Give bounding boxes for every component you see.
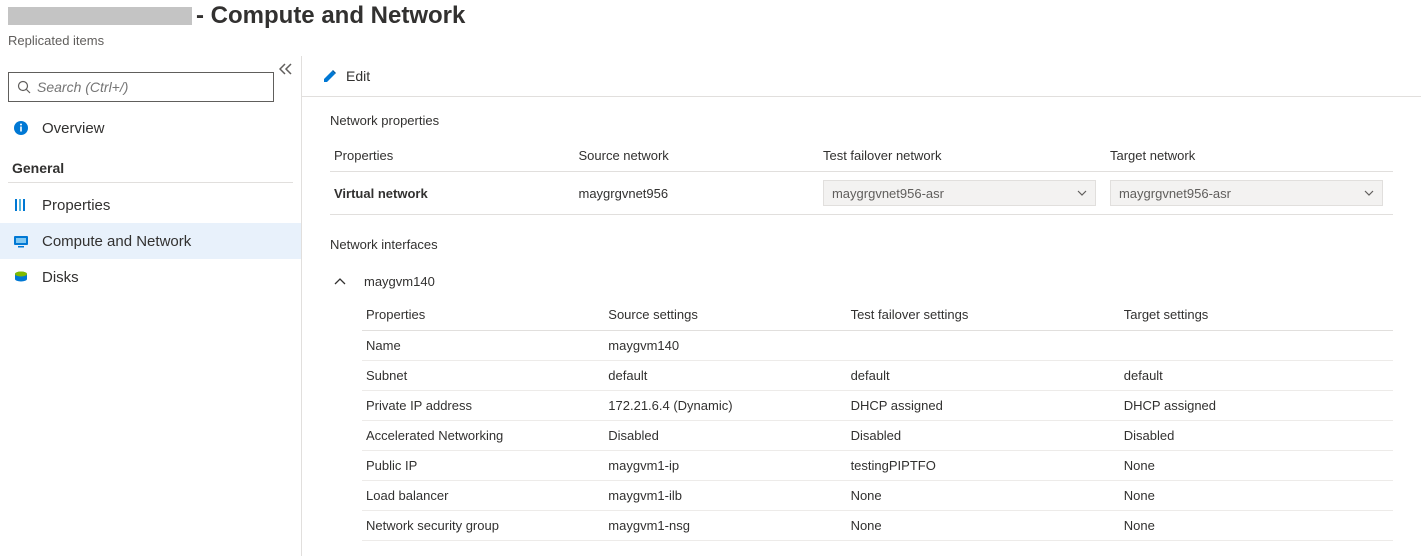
nic-cell-source: 172.21.6.4 (Dynamic) [604, 391, 846, 421]
nic-row: Subnetdefaultdefaultdefault [362, 361, 1393, 391]
network-properties-table: Properties Source network Test failover … [330, 140, 1393, 215]
nic-name: maygvm140 [364, 274, 435, 289]
nic-row: Public IPmaygvm1-iptestingPIPTFONone [362, 451, 1393, 481]
chevron-up-icon [334, 274, 346, 289]
page-title: - Compute and Network [196, 2, 465, 30]
test-failover-network-value: maygrgvnet956-asr [832, 186, 944, 201]
chevron-down-icon [1077, 190, 1087, 196]
vnet-label: Virtual network [330, 172, 574, 215]
edit-label: Edit [346, 68, 370, 84]
nic-cell-target: None [1120, 511, 1393, 541]
breadcrumb: Replicated items [8, 33, 1413, 48]
search-input-wrapper[interactable] [8, 72, 274, 102]
nic-cell-test: testingPIPTFO [847, 451, 1120, 481]
col-header-properties: Properties [330, 140, 574, 172]
nic-row: Accelerated NetworkingDisabledDisabledDi… [362, 421, 1393, 451]
nic-cell-test: DHCP assigned [847, 391, 1120, 421]
nic-cell-test: None [847, 511, 1120, 541]
vnet-source: maygrgvnet956 [574, 172, 818, 215]
nic-cell-target: None [1120, 451, 1393, 481]
nic-cell-label: Private IP address [362, 391, 604, 421]
test-failover-network-dropdown[interactable]: maygrgvnet956-asr [823, 180, 1096, 206]
nic-cell-source: maygvm1-ip [604, 451, 846, 481]
nic-cell-target: Disabled [1120, 421, 1393, 451]
nav-disks-label: Disks [42, 269, 79, 286]
nav-overview[interactable]: Overview [0, 110, 301, 146]
network-properties-title: Network properties [330, 113, 1393, 128]
nic-cell-label: Load balancer [362, 481, 604, 511]
nic-cell-label: Public IP [362, 451, 604, 481]
nav-disks[interactable]: Disks [0, 259, 301, 295]
nav-overview-label: Overview [42, 120, 105, 137]
nic-col-source: Source settings [604, 299, 846, 331]
nic-cell-test: default [847, 361, 1120, 391]
info-icon [12, 119, 30, 137]
chevron-down-icon [1364, 190, 1374, 196]
col-header-test: Test failover network [819, 140, 1106, 172]
nic-cell-label: Network security group [362, 511, 604, 541]
nic-row: Private IP address172.21.6.4 (Dynamic)DH… [362, 391, 1393, 421]
nic-cell-source: Disabled [604, 421, 846, 451]
nic-cell-target: default [1120, 361, 1393, 391]
nic-cell-target [1120, 331, 1393, 361]
chevron-double-left-icon [279, 63, 293, 75]
compute-network-icon [12, 232, 30, 250]
search-icon [17, 80, 31, 94]
nic-cell-source: maygvm1-nsg [604, 511, 846, 541]
section-general-label: General [0, 146, 301, 182]
nic-cell-source: maygvm1-ilb [604, 481, 846, 511]
nic-row: Network security groupmaygvm1-nsgNoneNon… [362, 511, 1393, 541]
col-header-target: Target network [1106, 140, 1393, 172]
nic-settings-table: Properties Source settings Test failover… [362, 299, 1393, 541]
target-network-dropdown[interactable]: maygrgvnet956-asr [1110, 180, 1383, 206]
network-interfaces-title: Network interfaces [330, 237, 1393, 252]
edit-button[interactable]: Edit [322, 68, 370, 84]
redacted-resource-name [8, 7, 192, 25]
nic-col-target: Target settings [1120, 299, 1393, 331]
main-content: Edit Network properties Properties Sourc… [302, 56, 1421, 556]
nav-properties[interactable]: Properties [0, 187, 301, 223]
nic-cell-target: DHCP assigned [1120, 391, 1393, 421]
nic-col-properties: Properties [362, 299, 604, 331]
nic-cell-source: default [604, 361, 846, 391]
nic-cell-label: Name [362, 331, 604, 361]
toolbar: Edit [302, 56, 1421, 97]
divider [8, 182, 293, 183]
collapse-sidebar-button[interactable] [279, 62, 293, 78]
nic-expand-toggle[interactable]: maygvm140 [330, 264, 1393, 299]
edit-icon [322, 68, 338, 84]
search-input[interactable] [37, 79, 265, 95]
nic-row: Namemaygvm140 [362, 331, 1393, 361]
nic-cell-label: Accelerated Networking [362, 421, 604, 451]
nic-row: Load balancermaygvm1-ilbNoneNone [362, 481, 1393, 511]
nic-cell-label: Subnet [362, 361, 604, 391]
properties-icon [12, 196, 30, 214]
nic-cell-target: None [1120, 481, 1393, 511]
nav-compute-network[interactable]: Compute and Network [0, 223, 301, 259]
col-header-source: Source network [574, 140, 818, 172]
nav-properties-label: Properties [42, 197, 110, 214]
nic-col-test: Test failover settings [847, 299, 1120, 331]
disks-icon [12, 268, 30, 286]
target-network-value: maygrgvnet956-asr [1119, 186, 1231, 201]
nav-compute-network-label: Compute and Network [42, 233, 191, 250]
nic-cell-test: Disabled [847, 421, 1120, 451]
nic-cell-test: None [847, 481, 1120, 511]
nic-cell-test [847, 331, 1120, 361]
page-header: - Compute and Network Replicated items [0, 0, 1421, 56]
virtual-network-row: Virtual network maygrgvnet956 maygrgvnet… [330, 172, 1393, 215]
sidebar: Overview General Properties Compute and … [0, 56, 302, 556]
nic-cell-source: maygvm140 [604, 331, 846, 361]
